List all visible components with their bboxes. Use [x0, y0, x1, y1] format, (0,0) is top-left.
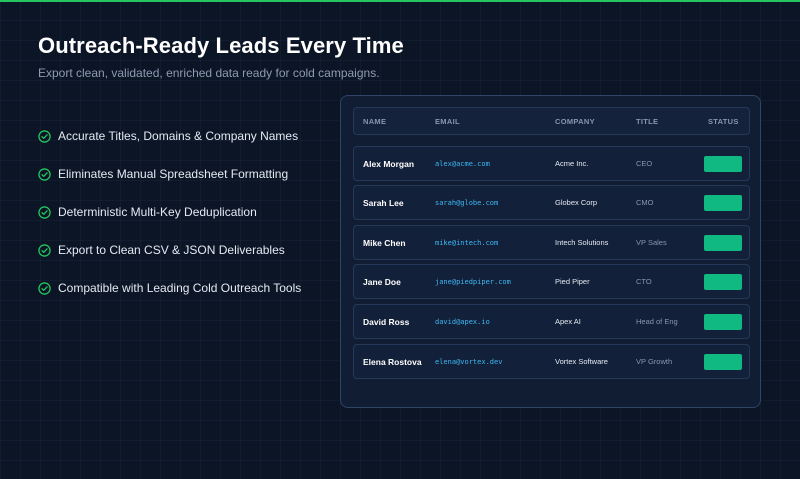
table-row[interactable]: Alex Morgan alex@acme.com Acme Inc. CEO — [353, 146, 750, 181]
lead-email: jane@piedpiper.com — [435, 277, 511, 286]
lead-company: Globex Corp — [555, 198, 598, 207]
feature-item: Accurate Titles, Domains & Company Names — [38, 117, 301, 155]
status-cell — [703, 345, 743, 378]
lead-company: Pied Piper — [555, 277, 590, 286]
status-badge — [704, 155, 742, 172]
status-cell — [703, 186, 743, 219]
lead-company: Vortex Software — [555, 357, 608, 366]
lead-name: Mike Chen — [363, 237, 406, 248]
lead-company: Intech Solutions — [555, 238, 609, 247]
status-badge — [704, 234, 742, 251]
status-badge — [704, 273, 742, 290]
table-row[interactable]: Jane Doe jane@piedpiper.com Pied Piper C… — [353, 264, 750, 299]
lead-email: elena@vortex.dev — [435, 357, 503, 366]
feature-text: Deterministic Multi-Key Deduplication — [58, 205, 257, 219]
table-header: NAME EMAIL COMPANY TITLE STATUS — [353, 107, 750, 135]
status-badge — [704, 194, 742, 211]
check-circle-icon — [38, 243, 51, 257]
leads-table-panel: NAME EMAIL COMPANY TITLE STATUS Alex Mor… — [340, 95, 761, 408]
status-cell — [703, 147, 743, 180]
lead-title: VP Sales — [636, 238, 667, 247]
status-badge — [704, 353, 742, 370]
check-circle-icon — [38, 167, 51, 181]
check-circle-icon — [38, 281, 51, 295]
page-title: Outreach-Ready Leads Every Time — [38, 33, 404, 58]
feature-item: Eliminates Manual Spreadsheet Formatting — [38, 155, 301, 193]
column-header-name: NAME — [363, 116, 387, 126]
feature-text: Compatible with Leading Cold Outreach To… — [58, 281, 302, 295]
column-header-email: EMAIL — [435, 116, 460, 126]
status-badge — [704, 313, 742, 330]
lead-title: CTO — [636, 277, 652, 286]
lead-company: Acme Inc. — [555, 159, 589, 168]
feature-list: Accurate Titles, Domains & Company Names… — [38, 117, 301, 307]
lead-name: Sarah Lee — [363, 197, 404, 208]
lead-title: CEO — [636, 159, 653, 168]
lead-name: Alex Morgan — [363, 158, 415, 169]
page-subtitle: Export clean, validated, enriched data r… — [38, 66, 380, 80]
lead-name: Elena Rostova — [363, 356, 422, 367]
lead-title: CMO — [636, 198, 654, 207]
table-row[interactable]: Elena Rostova elena@vortex.dev Vortex So… — [353, 344, 750, 379]
lead-email: mike@intech.com — [435, 238, 499, 247]
table-row[interactable]: Mike Chen mike@intech.com Intech Solutio… — [353, 225, 750, 260]
lead-name: Jane Doe — [363, 276, 401, 287]
check-circle-icon — [38, 205, 51, 219]
status-cell — [703, 226, 743, 259]
lead-email: david@apex.io — [435, 317, 490, 326]
feature-item: Compatible with Leading Cold Outreach To… — [38, 269, 301, 307]
feature-item: Export to Clean CSV & JSON Deliverables — [38, 231, 301, 269]
feature-text: Accurate Titles, Domains & Company Names — [58, 129, 299, 143]
feature-text: Export to Clean CSV & JSON Deliverables — [58, 243, 285, 257]
column-header-status: STATUS — [708, 116, 739, 126]
top-accent-bar — [0, 0, 800, 2]
lead-title: VP Growth — [636, 357, 673, 366]
lead-company: Apex AI — [555, 317, 581, 326]
lead-name: David Ross — [363, 316, 410, 327]
column-header-company: COMPANY — [555, 116, 595, 126]
lead-email: alex@acme.com — [435, 159, 490, 168]
feature-text: Eliminates Manual Spreadsheet Formatting — [58, 167, 289, 181]
table-row[interactable]: David Ross david@apex.io Apex AI Head of… — [353, 304, 750, 339]
status-cell — [703, 265, 743, 298]
column-header-title: TITLE — [636, 116, 659, 126]
feature-item: Deterministic Multi-Key Deduplication — [38, 193, 301, 231]
lead-title: Head of Eng — [636, 317, 678, 326]
lead-email: sarah@globe.com — [435, 198, 499, 207]
status-cell — [703, 305, 743, 338]
table-row[interactable]: Sarah Lee sarah@globe.com Globex Corp CM… — [353, 185, 750, 220]
check-circle-icon — [38, 129, 51, 143]
